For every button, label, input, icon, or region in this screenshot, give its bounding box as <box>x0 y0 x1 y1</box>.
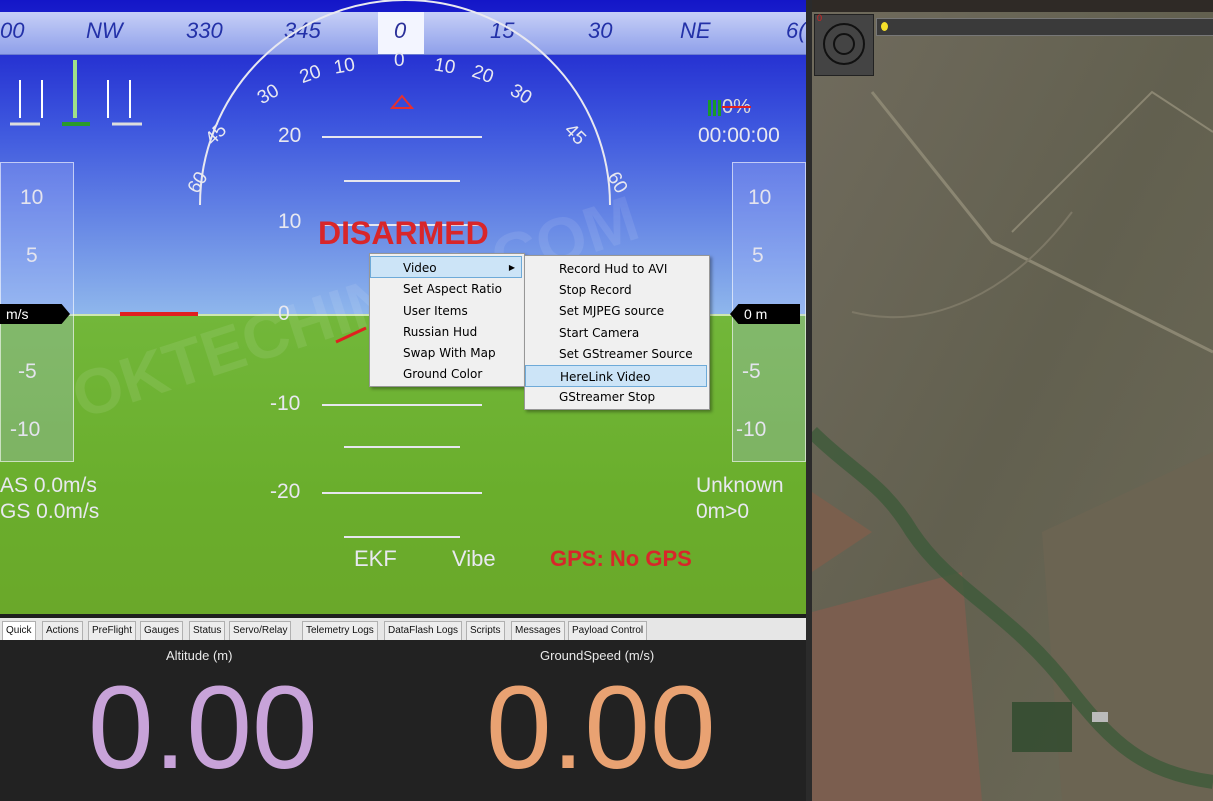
menu-item-russian-hud[interactable]: Russian Hud <box>370 321 477 343</box>
pitch-line <box>322 136 482 138</box>
alt-tape-label: 5 <box>752 244 764 267</box>
alt-tape-label: -10 <box>736 418 767 441</box>
ekf-status[interactable]: EKF <box>354 546 397 572</box>
satellite-map[interactable]: 0 <box>812 12 1213 801</box>
flight-mode-text: Unknown <box>696 474 784 497</box>
tab-gauges[interactable]: Gauges <box>140 621 184 640</box>
pitch-label: 20 <box>278 124 302 147</box>
groundspeed-title: GroundSpeed (m/s) <box>540 648 655 663</box>
pitch-line <box>322 404 482 406</box>
tab-telemetry-logs[interactable]: Telemetry Logs <box>302 621 378 640</box>
roll-label: 0 <box>394 50 405 71</box>
altitude-readout: 0 m <box>730 304 800 324</box>
pitch-line <box>344 536 460 538</box>
map-compass-widget[interactable]: 0 <box>814 13 874 76</box>
pitch-label: -20 <box>270 480 301 503</box>
tab-quick[interactable]: Quick <box>2 621 36 640</box>
roll-label: 10 <box>332 54 357 79</box>
video-submenu: Record Hud to AVI Stop Record Set MJPEG … <box>524 255 710 410</box>
menu-item-stop-record[interactable]: Stop Record <box>525 279 632 301</box>
menu-item-ground-color[interactable]: Ground Color <box>370 363 482 385</box>
alt-tape-label: 10 <box>748 186 772 209</box>
tab-bar: Quick Actions PreFlight Gauges Status Se… <box>0 618 806 640</box>
airspeed-text: AS 0.0m/s <box>0 474 97 497</box>
menu-item-start-camera[interactable]: Start Camera <box>525 322 639 344</box>
hud-context-menu: Video ▶ Set Aspect Ratio User Items Russ… <box>369 253 525 387</box>
menu-item-swap-with-map[interactable]: Swap With Map <box>370 342 496 364</box>
map-progress-bar <box>876 18 1213 36</box>
speed-tape-label: 5 <box>26 244 38 267</box>
tab-actions[interactable]: Actions <box>42 621 83 640</box>
flight-timer: 00:00:00 <box>698 124 780 147</box>
menu-item-video[interactable]: Video ▶ <box>370 256 522 278</box>
menu-item-set-mjpeg-source[interactable]: Set MJPEG source <box>525 300 664 322</box>
signal-icon <box>708 100 722 116</box>
menu-item-set-gstreamer-source[interactable]: Set GStreamer Source <box>525 343 693 365</box>
map-counter: 0 <box>817 13 823 23</box>
speed-tape-label: -5 <box>18 360 37 383</box>
altitude-title: Altitude (m) <box>166 648 233 663</box>
battery-percent: 0% <box>722 96 751 118</box>
tab-dataflash-logs[interactable]: DataFlash Logs <box>384 621 463 640</box>
compass-inner-icon <box>833 33 855 55</box>
groundspeed-text: GS 0.0m/s <box>0 500 100 523</box>
speed-readout: m/s <box>0 304 70 324</box>
submenu-arrow-icon: ▶ <box>508 263 515 272</box>
pitch-line <box>322 492 482 494</box>
menu-item-user-items[interactable]: User Items <box>370 300 468 322</box>
menu-item-record-hud[interactable]: Record Hud to AVI <box>525 258 667 280</box>
tab-messages[interactable]: Messages <box>511 621 565 640</box>
map-terrain <box>812 12 1213 801</box>
pitch-line <box>344 180 460 182</box>
quick-panel: Altitude (m) 0.00 GroundSpeed (m/s) 0.00 <box>0 640 806 801</box>
distance-text: 0m>0 <box>696 500 750 523</box>
gps-status[interactable]: GPS: No GPS <box>550 546 692 572</box>
roll-label: 10 <box>432 54 457 79</box>
speed-tape-label: 10 <box>20 186 44 209</box>
tab-status[interactable]: Status <box>189 621 226 640</box>
menu-item-label: Video <box>403 261 437 275</box>
vibe-status[interactable]: Vibe <box>452 546 496 572</box>
groundspeed-value[interactable]: 0.00 <box>486 668 716 788</box>
pitch-line <box>344 446 460 448</box>
altitude-value[interactable]: 0.00 <box>88 668 318 788</box>
menu-item-set-aspect-ratio[interactable]: Set Aspect Ratio <box>370 278 502 300</box>
tab-payload-control[interactable]: Payload Control <box>568 621 648 640</box>
speed-tape-label: -10 <box>10 418 41 441</box>
progress-marker-icon <box>881 22 888 31</box>
menu-item-herelink-video[interactable]: HereLink Video <box>525 365 707 387</box>
alt-tape-label: -5 <box>742 360 761 383</box>
pitch-label: 10 <box>278 210 302 233</box>
tab-preflight[interactable]: PreFlight <box>88 621 137 640</box>
pitch-label: -10 <box>270 392 301 415</box>
menu-item-gstreamer-stop[interactable]: GStreamer Stop <box>525 386 655 408</box>
tab-scripts[interactable]: Scripts <box>466 621 505 640</box>
tab-servo-relay[interactable]: Servo/Relay <box>229 621 292 640</box>
